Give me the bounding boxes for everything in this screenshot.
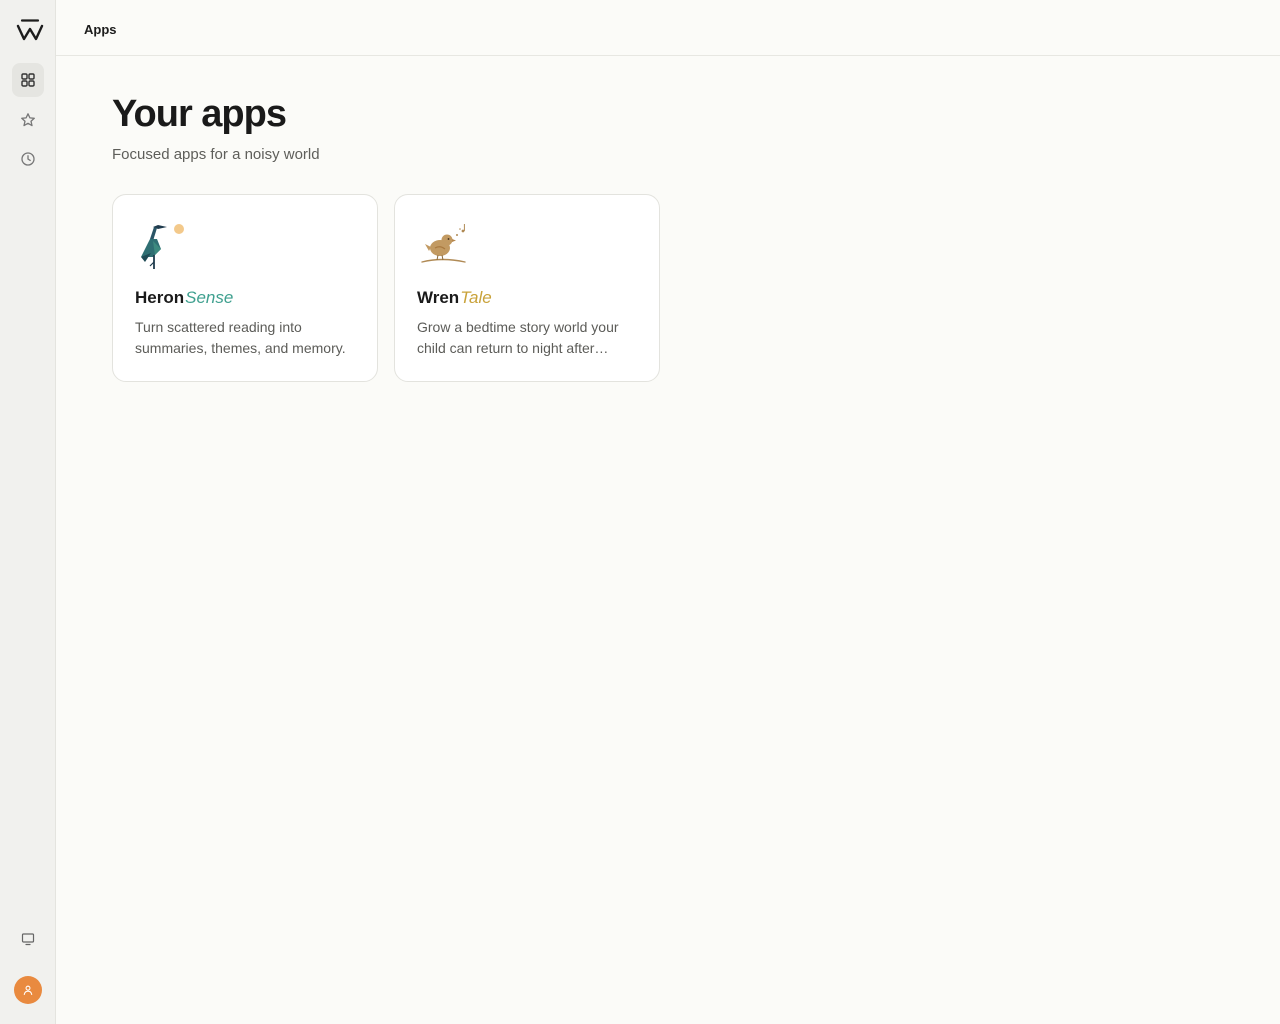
top-bar: Apps — [56, 0, 1280, 56]
sidebar — [0, 0, 56, 1024]
logo-icon[interactable] — [16, 18, 44, 42]
clock-icon — [21, 152, 35, 166]
star-icon — [21, 113, 35, 127]
sidebar-item-apps[interactable] — [12, 63, 44, 97]
page-title: Your apps — [112, 93, 287, 135]
app-description: Turn scattered reading into summaries, t… — [135, 319, 346, 356]
user-icon — [23, 985, 33, 996]
app-description: Grow a bedtime story world your child ca… — [417, 319, 619, 356]
app-name: HeronSense — [135, 288, 234, 307]
monitor-icon — [21, 933, 35, 946]
apps-grid-icon — [21, 73, 35, 87]
app-card-heronsense[interactable]: HeronSense Turn scattered reading into s… — [112, 194, 378, 382]
user-avatar[interactable] — [14, 976, 42, 1004]
display-settings-button[interactable] — [12, 922, 44, 956]
sidebar-item-recent[interactable] — [12, 142, 44, 176]
heron-icon — [141, 224, 184, 269]
page-subtitle: Focused apps for a noisy world — [112, 146, 320, 163]
wren-icon — [421, 224, 466, 263]
app-card-wrentale[interactable]: WrenTale Grow a bedtime story world your… — [394, 194, 660, 382]
topbar-title: Apps — [84, 22, 117, 37]
app-name: WrenTale — [417, 288, 492, 307]
sidebar-item-favorites[interactable] — [12, 103, 44, 137]
